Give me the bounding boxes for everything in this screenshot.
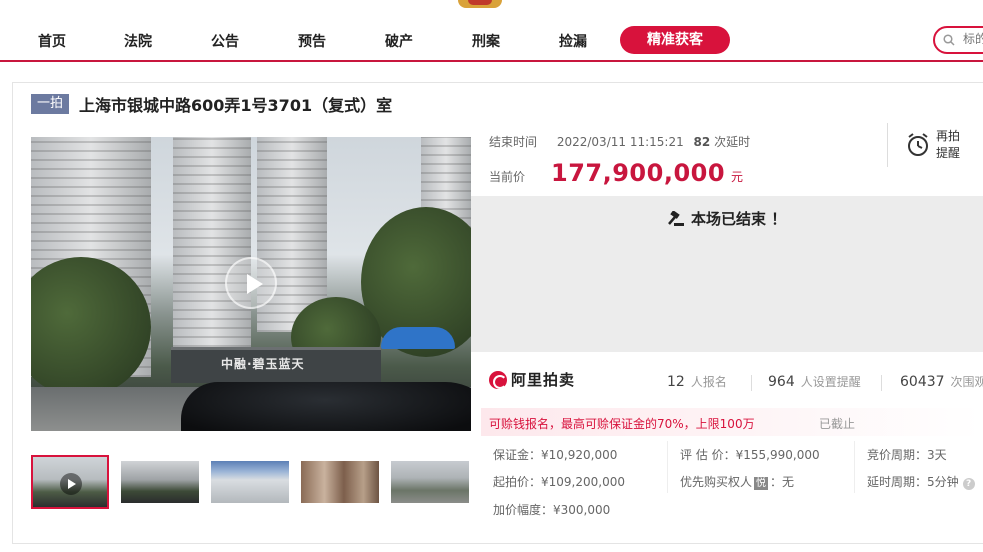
divider [667,441,668,493]
current-price: 177,900,000 [551,159,726,187]
thumbnail-photo[interactable] [301,461,379,503]
nav-court[interactable]: 法院 [124,31,152,51]
end-time-row: 结束时间 2022/03/11 11:15:21 82 次延时 [489,133,750,150]
thumbnail-photo[interactable] [391,461,469,503]
main-photo[interactable]: 中融·碧玉蓝天 [31,137,471,431]
appraisal-label: 评 估 价： [680,448,736,462]
search-icon [943,34,955,46]
priority-buyer-value: ：无 [770,475,795,489]
view-count: 60437 [900,374,945,390]
relist-reminder[interactable]: 再拍提醒 [887,123,983,167]
delay-cycle-field: 延时周期：5分钟? [867,473,975,490]
signup-label: 人报名 [690,375,727,389]
priority-buyer-badge: 悦 [754,477,769,490]
end-time-label: 结束时间 [489,135,538,149]
ended-message-text: 本场已结束 ！ [691,210,787,228]
platform-name: 阿里拍卖 [511,371,576,389]
ali-auction-icon [489,370,507,389]
price-unit: 元 [731,170,744,184]
gavel-icon [668,210,684,226]
divider [854,441,855,493]
increment-label: 加价幅度： [493,503,554,517]
auction-stats: 阿里拍卖 12 人报名 964 人设置提醒 60437 次围观 [471,359,983,395]
top-nav: 首页 法院 公告 预告 破产 刑案 捡漏 精准获客 [0,24,983,62]
thumbnail-photo[interactable] [121,461,199,503]
nav-bargain[interactable]: 捡漏 [559,31,587,51]
current-price-label: 当前价 [489,170,526,184]
start-price-field: 起拍价：¥109,200,000 [493,473,625,490]
view-stat: 60437 次围观 [900,373,983,390]
deposit-field: 保证金：¥10,920,000 [493,446,617,463]
reminder-label: 人设置提醒 [800,375,861,389]
signup-stat: 12 人报名 [667,373,727,390]
start-price-label: 起拍价： [493,475,542,489]
start-price-value: ¥109,200,000 [541,475,625,489]
estate-sign-text: 中融·碧玉蓝天 [221,357,305,371]
emblem-logo [458,0,502,8]
title-row: 一拍 上海市银城中路600弄1号3701（复式）室 [31,93,392,115]
ali-auction-logo: 阿里拍卖 [489,369,575,390]
search-input[interactable] [963,32,983,46]
nav-criminal[interactable]: 刑案 [472,31,500,51]
nav-bankruptcy[interactable]: 破产 [385,31,413,51]
bidding-cycle-label: 竞价周期： [867,448,928,462]
thumbnail-photo[interactable] [211,461,289,503]
thumbnail-video[interactable] [31,455,109,509]
increment-value: ¥300,000 [553,503,611,517]
appraisal-value: ¥155,990,000 [735,448,820,462]
building-center [173,137,251,347]
auction-card: 一拍 上海市银城中路600弄1号3701（复式）室 中融·碧玉蓝天 结束时间 2… [12,82,983,544]
credit-deposit-banner: 可赊钱报名，最高可赊保证金的70%，上限100万 已截止 [481,408,981,436]
view-label: 次围观 [950,375,983,389]
end-time-value: 2022/03/11 11:15:21 [556,135,684,149]
umbrella [381,327,455,349]
deposit-value: ¥10,920,000 [541,448,618,462]
delay-text: 次延时 [714,135,751,149]
reminder-count: 964 [768,374,795,390]
help-icon[interactable]: ? [962,478,975,490]
lot-title: 上海市银城中路600弄1号3701（复式）室 [79,96,393,115]
nav-preview[interactable]: 预告 [298,31,326,51]
relist-reminder-label[interactable]: 再拍提醒 [936,128,968,162]
credit-deposit-text: 可赊钱报名，最高可赊保证金的70%，上限100万 [489,417,755,431]
priority-buyer-field: 优先购买权人悦：无 [680,473,794,490]
priority-buyer-label: 优先购买权人 [680,475,753,489]
divider [881,375,882,391]
delay-cycle-label: 延时周期： [867,475,928,489]
deposit-label: 保证金： [493,448,542,462]
appraisal-field: 评 估 价：¥155,990,000 [680,446,820,463]
current-price-row: 当前价 177,900,000 元 [489,159,743,187]
signup-count: 12 [667,374,685,390]
bidding-cycle-value: 3天 [927,448,947,462]
reminder-stat: 964 人设置提醒 [768,373,861,390]
increment-field: 加价幅度：¥300,000 [493,501,610,518]
precise-customers-button[interactable]: 精准获客 [620,26,730,54]
bidding-cycle-field: 竞价周期：3天 [867,446,947,463]
ended-message: 本场已结束 ！ [667,208,786,229]
alarm-clock-icon [908,133,928,156]
divider [751,375,752,391]
play-video-button[interactable] [225,257,277,309]
play-icon [60,473,82,495]
car [181,382,471,431]
search-box[interactable] [933,26,983,54]
credit-deposit-status: 已截止 [819,417,856,431]
thumbnail-strip [31,455,471,511]
round-badge: 一拍 [31,94,70,114]
delay-count: 82 [693,135,711,149]
auction-ended-panel: 本场已结束 ！ [471,196,983,352]
nav-home[interactable]: 首页 [38,31,66,51]
delay-cycle-value: 5分钟 [927,475,959,489]
nav-notice[interactable]: 公告 [211,31,239,51]
